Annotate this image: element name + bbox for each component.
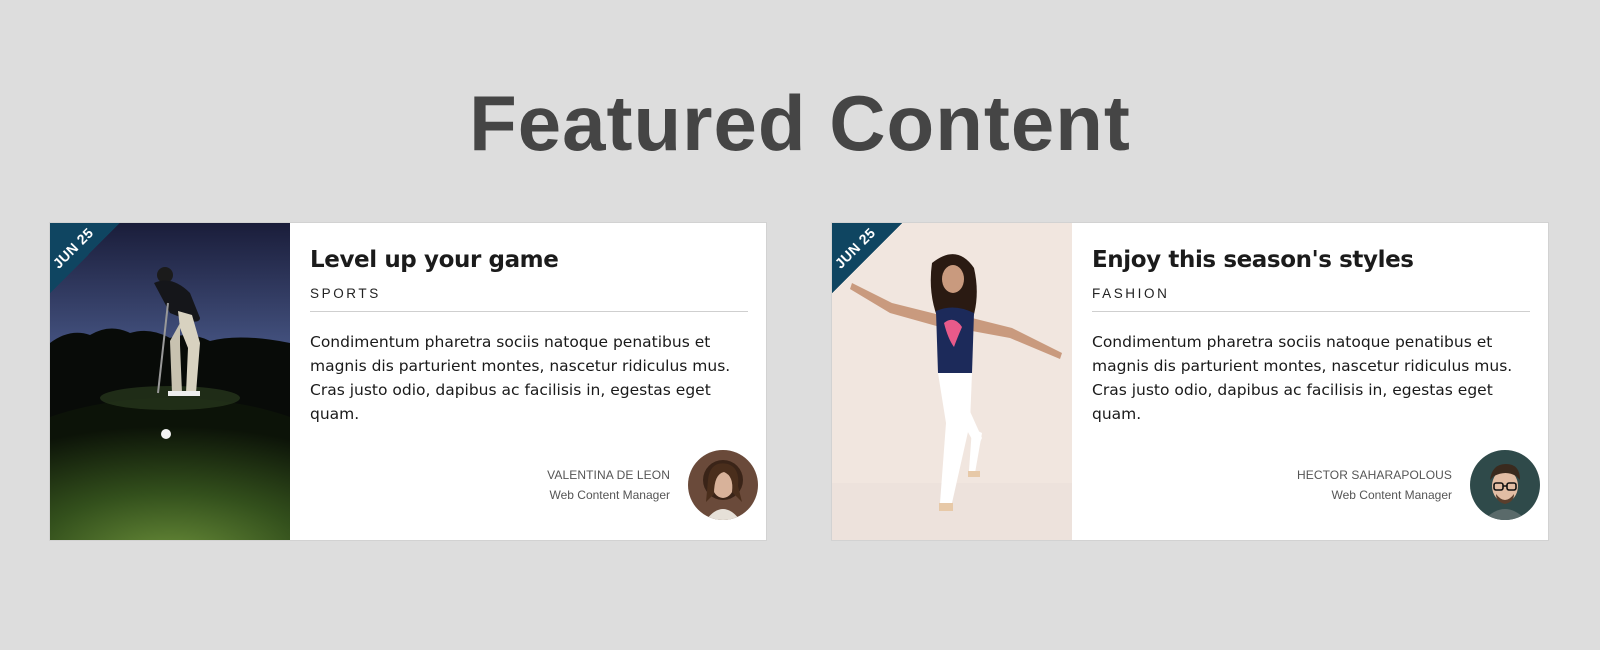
card-title[interactable]: Level up your game — [310, 247, 748, 273]
card-category[interactable]: FASHION — [1092, 286, 1530, 312]
author-role: Web Content Manager — [1331, 488, 1452, 502]
card-image-model[interactable]: JUN 25 — [832, 223, 1072, 540]
page-title: Featured Content — [469, 79, 1131, 167]
card-category[interactable]: SPORTS — [310, 286, 748, 312]
card-author: VALENTINA DE LEON Web Content Manager — [547, 449, 758, 521]
card-author: HECTOR SAHARAPOLOUS Web Content Manager — [1297, 449, 1540, 521]
man-glasses-avatar[interactable] — [1470, 450, 1540, 520]
card-description: Condimentum pharetra sociis natoque pena… — [310, 333, 731, 423]
author-name[interactable]: HECTOR SAHARAPOLOUS — [1297, 468, 1452, 482]
author-role: Web Content Manager — [549, 488, 670, 502]
card-title[interactable]: Enjoy this season's styles — [1092, 247, 1530, 273]
featured-card-fashion[interactable]: JUN 25 Enjoy this season's styles FASHIO… — [831, 222, 1549, 541]
card-image-golfer[interactable]: JUN 25 — [50, 223, 290, 540]
card-body: Level up your game SPORTS Condimentum ph… — [290, 223, 766, 540]
woman-avatar[interactable] — [688, 450, 758, 520]
card-description: Condimentum pharetra sociis natoque pena… — [1092, 333, 1513, 423]
author-name[interactable]: VALENTINA DE LEON — [547, 468, 670, 482]
featured-card-sports[interactable]: JUN 25 Level up your game SPORTS Condime… — [49, 222, 767, 541]
card-body: Enjoy this season's styles FASHION Condi… — [1072, 223, 1548, 540]
